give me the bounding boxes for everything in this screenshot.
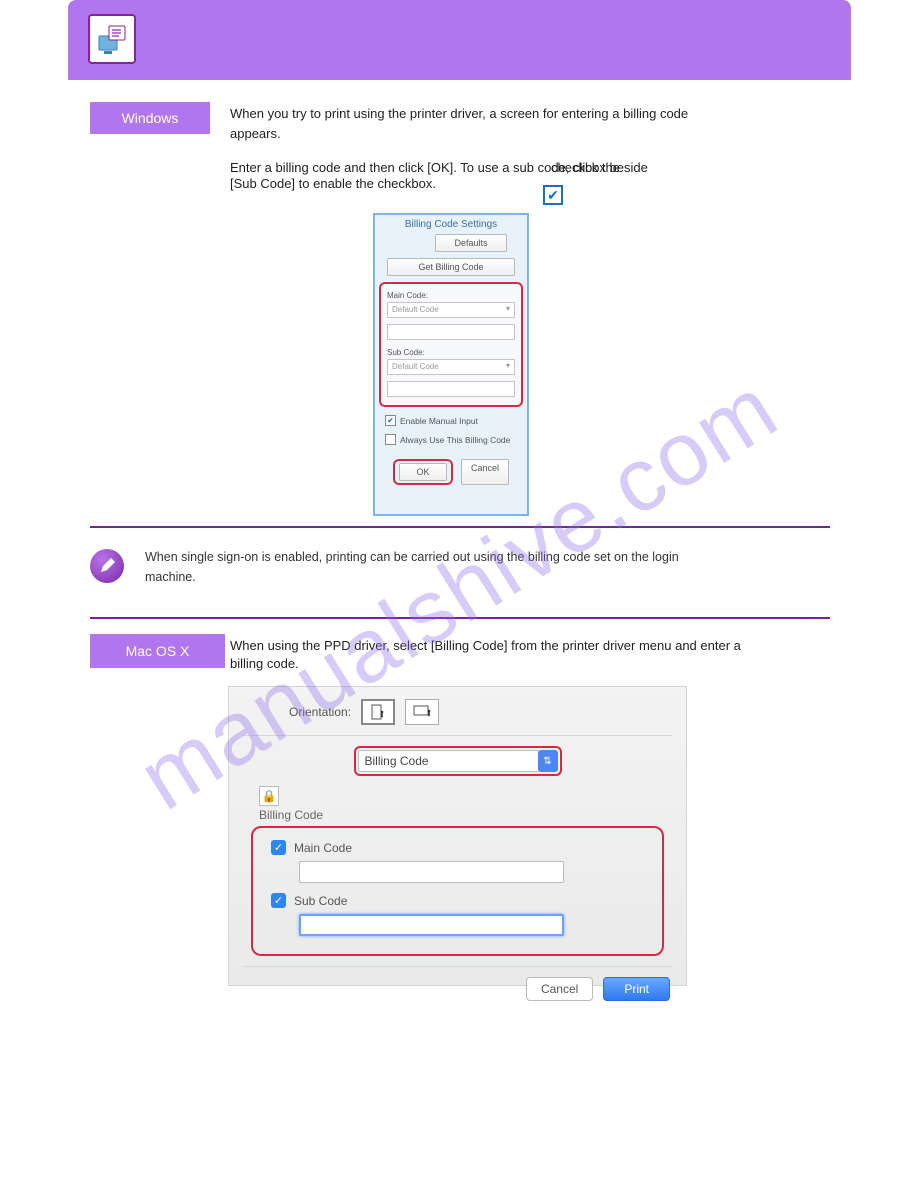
checkmark-icon: ✔ [543, 185, 563, 205]
mac-print-dialog: Orientation: Billing Code ⇅ 🔒 Billing Co… [228, 686, 687, 986]
step2-text-line2: billing code. [230, 656, 299, 671]
section-select-highlight-frame: Billing Code ⇅ [354, 746, 562, 776]
pencil-note-icon [90, 549, 124, 583]
code-input-highlight-frame: Main Code: Default Code Sub Code: Defaul… [379, 282, 523, 407]
note-line2: machine. [145, 570, 196, 584]
separator-line [90, 526, 830, 528]
step2-text-line1: When using the PPD driver, select [Billi… [230, 638, 741, 653]
cancel-button[interactable]: Cancel [526, 977, 593, 1001]
always-use-row: Always Use This Billing Code [385, 434, 517, 445]
main-code-label: Main Code [294, 841, 352, 855]
orientation-landscape-button[interactable] [405, 699, 439, 725]
sub-code-input[interactable] [387, 381, 515, 397]
dialog-title: Billing Code Settings [375, 215, 527, 232]
section-select-value: Billing Code [365, 754, 429, 768]
billing-code-heading: Billing Code [259, 808, 686, 822]
enable-manual-input-row: ✔ Enable Manual Input [385, 415, 517, 426]
sub-code-value: Default Code [392, 362, 439, 371]
lock-icon[interactable]: 🔒 [259, 786, 279, 806]
main-code-input[interactable] [299, 861, 564, 883]
app-icon [88, 14, 136, 64]
separator-line [90, 617, 830, 619]
get-billing-code-button[interactable]: Get Billing Code [387, 258, 515, 276]
step1-text-line2: appears. [230, 126, 281, 141]
sub-code-combo[interactable]: Default Code [387, 359, 515, 375]
ok-highlight-frame: OK [393, 459, 453, 485]
defaults-button[interactable]: Defaults [435, 234, 507, 252]
main-code-label: Main Code: [387, 291, 515, 300]
sub-code-label: Sub Code [294, 894, 347, 908]
dialog-button-row: OK Cancel [375, 459, 527, 485]
sub-code-row: ✓ Sub Code [271, 893, 644, 908]
note-line1: When single sign-on is enabled, printing… [145, 550, 679, 564]
cancel-button[interactable]: Cancel [461, 459, 509, 485]
ok-button[interactable]: OK [399, 463, 447, 481]
chevron-down-icon: ⇅ [538, 750, 558, 772]
badge-label: Windows [122, 110, 179, 126]
print-button[interactable]: Print [603, 977, 670, 1001]
step-badge-windows: Windows [90, 102, 210, 134]
always-use-checkbox[interactable] [385, 434, 396, 445]
step1-text-line5: [Sub Code] to enable the checkbox. [230, 176, 436, 191]
main-code-combo[interactable]: Default Code [387, 302, 515, 318]
main-code-checkbox[interactable]: ✓ [271, 840, 286, 855]
billing-code-highlight-frame: ✓ Main Code ✓ Sub Code [251, 826, 664, 956]
enable-manual-label: Enable Manual Input [400, 416, 478, 426]
orientation-portrait-button[interactable] [361, 699, 395, 725]
orientation-row: Orientation: [229, 687, 686, 735]
always-use-label: Always Use This Billing Code [400, 435, 510, 445]
divider [243, 735, 672, 736]
enable-manual-checkbox[interactable]: ✔ [385, 415, 396, 426]
lock-row: 🔒 [259, 786, 686, 806]
top-banner [68, 0, 851, 80]
main-code-input[interactable] [387, 324, 515, 340]
section-select[interactable]: Billing Code [358, 750, 540, 772]
main-code-row: ✓ Main Code [271, 840, 644, 855]
step1-text-line4: checkbox beside [551, 160, 648, 175]
orientation-label: Orientation: [289, 705, 351, 719]
main-code-value: Default Code [392, 305, 439, 314]
billing-code-settings-dialog: Billing Code Settings Defaults Get Billi… [373, 213, 529, 516]
badge-label: Mac OS X [126, 643, 190, 659]
sub-code-checkbox[interactable]: ✓ [271, 893, 286, 908]
step-badge-macosx: Mac OS X [90, 634, 225, 668]
step1-text-line1: When you try to print using the printer … [230, 106, 688, 121]
sub-code-label: Sub Code: [387, 348, 515, 357]
sub-code-input[interactable] [299, 914, 564, 936]
dialog-button-row: Cancel Print [229, 967, 686, 1001]
